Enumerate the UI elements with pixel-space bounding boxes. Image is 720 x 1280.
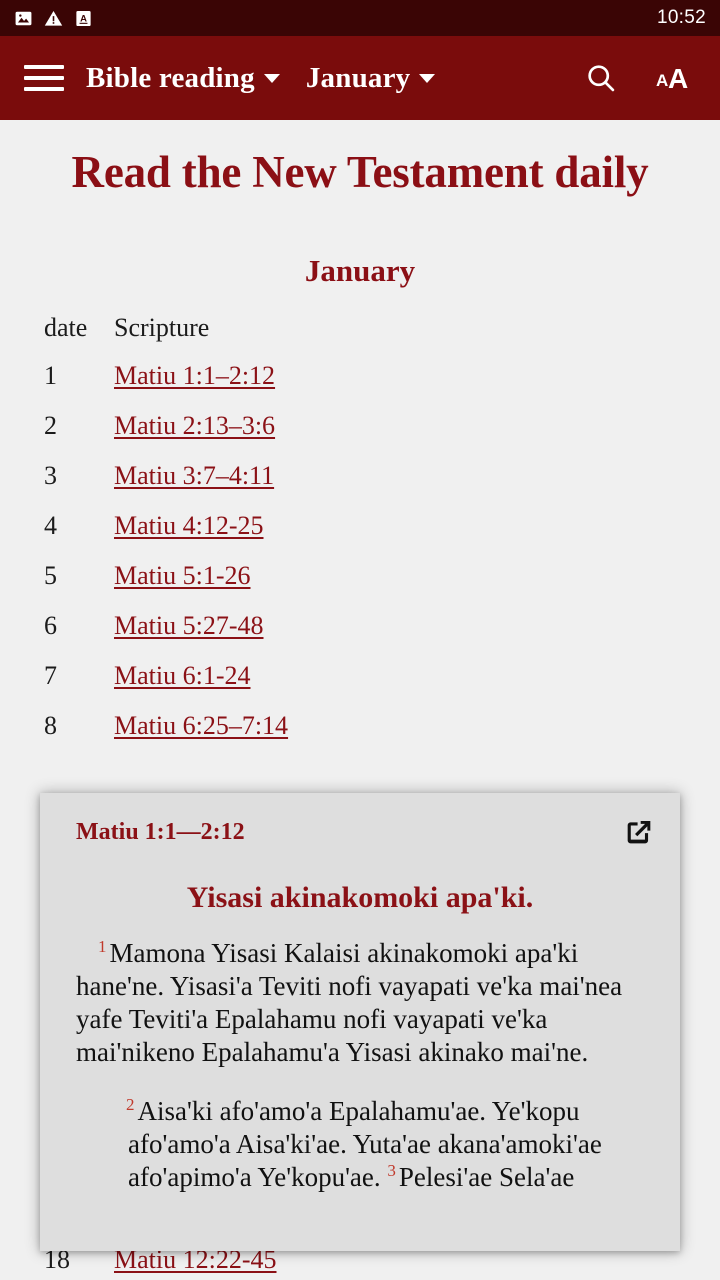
- verse-panel-reference: Matiu 1:1—2:12: [76, 818, 245, 845]
- page-title: Read the New Testament daily: [71, 147, 649, 197]
- month-dropdown[interactable]: January: [306, 62, 436, 95]
- column-header-date: date: [44, 313, 88, 343]
- scripture-link[interactable]: Matiu 1:1–2:12: [114, 361, 275, 390]
- reading-schedule-table: date Scripture 1 Matiu 1:1–2:12 2 Matiu …: [0, 313, 720, 761]
- table-row: 2 Matiu 2:13–3:6: [44, 411, 720, 461]
- search-icon: [588, 65, 615, 92]
- verse-number: 1: [98, 937, 107, 956]
- verse-number: 2: [126, 1094, 135, 1114]
- row-scripture: Matiu 5:27-48: [114, 611, 264, 641]
- svg-text:A: A: [656, 71, 668, 90]
- table-row: 8 Matiu 6:25–7:14: [44, 711, 720, 761]
- status-bar: A 10:52: [0, 0, 720, 36]
- page-content: Read the New Testament daily January dat…: [0, 120, 720, 761]
- image-icon: [15, 11, 32, 25]
- verse-panel-heading: Yisasi akinakomoki apa'ki.: [186, 881, 534, 914]
- row-date: 2: [44, 411, 57, 441]
- row-scripture: Matiu 4:12-25: [114, 511, 264, 541]
- table-row: 6 Matiu 5:27-48: [44, 611, 720, 661]
- app-bar: Bible reading January A A: [0, 36, 720, 120]
- row-date: 6: [44, 611, 57, 641]
- section-dropdown-label: Bible reading: [86, 61, 255, 94]
- column-header-scripture: Scripture: [114, 313, 210, 343]
- row-scripture: Matiu 6:1-24: [114, 661, 251, 691]
- scripture-link[interactable]: Matiu 3:7–4:11: [114, 461, 274, 490]
- text-size-icon: A A: [656, 63, 688, 94]
- table-row: 5 Matiu 5:1-26: [44, 561, 720, 611]
- table-row: 1 Matiu 1:1–2:12: [44, 361, 720, 411]
- scripture-link[interactable]: Matiu 2:13–3:6: [114, 411, 275, 440]
- verse-panel-header: Matiu 1:1—2:12: [40, 793, 680, 849]
- table-header-row: date Scripture: [44, 313, 720, 361]
- verse-preview-panel: Matiu 1:1—2:12 Yisasi akinakomoki apa'ki…: [40, 793, 680, 1251]
- scripture-link[interactable]: Matiu 6:1-24: [114, 661, 251, 690]
- scripture-link[interactable]: Matiu 5:27-48: [114, 611, 264, 640]
- verse-text: Pelesi'ae Sela'ae: [398, 1161, 575, 1192]
- status-bar-clock: 10:52: [656, 7, 706, 28]
- open-in-new-button[interactable]: [622, 815, 656, 849]
- verse-text: Mamona Yisasi Kalaisi akinakomoki apa'ki…: [76, 938, 623, 1067]
- scripture-link[interactable]: Matiu 6:25–7:14: [114, 711, 288, 740]
- section-dropdown[interactable]: Bible reading: [86, 62, 280, 95]
- row-date: 4: [44, 511, 57, 541]
- verse-paragraph: 2 Aisa'ki afo'amo'a Epalahamu'ae. Ye'kopu…: [126, 1094, 648, 1194]
- row-date: 1: [44, 361, 57, 391]
- chevron-down-icon: [263, 73, 280, 83]
- scripture-link[interactable]: Matiu 4:12-25: [114, 511, 264, 540]
- table-row: 7 Matiu 6:1-24: [44, 661, 720, 711]
- external-link-icon: [627, 820, 651, 844]
- chevron-down-icon: [419, 73, 436, 83]
- row-scripture: Matiu 3:7–4:11: [114, 461, 274, 491]
- svg-text:A: A: [668, 63, 688, 94]
- hamburger-menu-icon[interactable]: [24, 65, 64, 91]
- verse-panel-body: 1 Mamona Yisasi Kalaisi akinakomoki apa'k…: [40, 937, 680, 1194]
- row-date: 8: [44, 711, 57, 741]
- verse-number: 3: [387, 1160, 396, 1180]
- app-screen: A 10:52 Bible reading January A A Read t…: [0, 0, 720, 1280]
- row-date: 7: [44, 661, 57, 691]
- row-scripture: Matiu 6:25–7:14: [114, 711, 288, 741]
- row-scripture: Matiu 1:1–2:12: [114, 361, 275, 391]
- row-scripture: Matiu 5:1-26: [114, 561, 251, 591]
- month-dropdown-label: January: [305, 61, 411, 94]
- row-date: 3: [44, 461, 57, 491]
- row-date: 5: [44, 561, 57, 591]
- warning-icon: [44, 10, 63, 26]
- month-heading: January: [304, 253, 416, 289]
- text-size-button[interactable]: A A: [656, 61, 698, 95]
- letter-a-box-icon: A: [76, 10, 91, 26]
- status-bar-icons: A: [14, 9, 93, 28]
- table-row: 4 Matiu 4:12-25: [44, 511, 720, 561]
- scripture-link[interactable]: Matiu 5:1-26: [114, 561, 251, 590]
- search-button[interactable]: [584, 61, 618, 95]
- verse-paragraph: 1 Mamona Yisasi Kalaisi akinakomoki apa'k…: [76, 937, 648, 1069]
- row-scripture: Matiu 2:13–3:6: [114, 411, 275, 441]
- table-row: 3 Matiu 3:7–4:11: [44, 461, 720, 511]
